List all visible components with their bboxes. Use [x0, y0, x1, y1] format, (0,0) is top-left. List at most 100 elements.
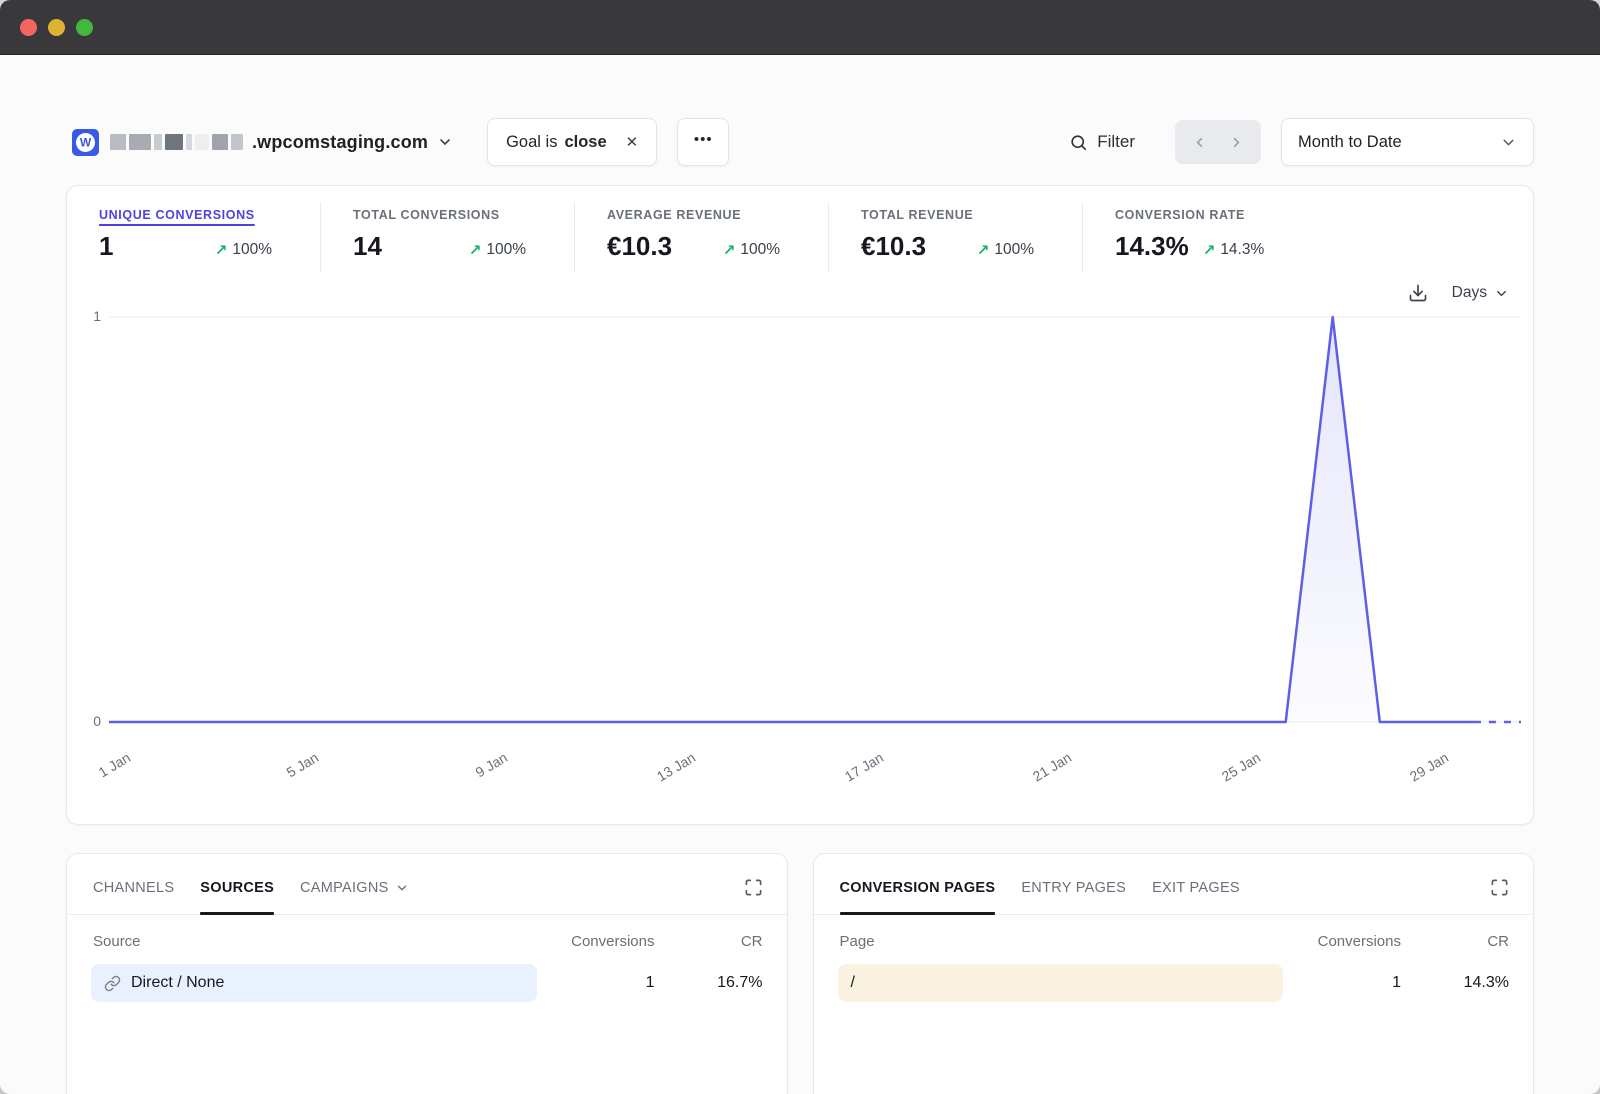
window-close-button[interactable] — [20, 19, 37, 36]
metric-delta: 14.3% — [1220, 241, 1264, 259]
conversions-value: 1 — [545, 974, 655, 992]
x-axis-label: 21 Jan — [992, 749, 1074, 807]
svg-text:W: W — [80, 135, 92, 149]
conversions-value: 1 — [1291, 974, 1401, 992]
next-period-button[interactable] — [1223, 129, 1250, 156]
source-name: Direct / None — [131, 974, 224, 992]
metric-total-revenue[interactable]: TOTAL REVENUE €10.3 ↗100% — [829, 202, 1083, 272]
trend-up-icon: ↗ — [977, 241, 990, 259]
expand-icon — [1490, 878, 1509, 897]
column-cr: CR — [663, 933, 763, 950]
expand-sources-card-button[interactable] — [744, 878, 763, 897]
metric-total-conversions[interactable]: TOTAL CONVERSIONS 14 ↗100% — [321, 202, 575, 272]
conversions-chart[interactable]: 10 — [109, 314, 1521, 724]
sources-table-header: Source Conversions CR — [91, 933, 763, 964]
conversions-overview-card: UNIQUE CONVERSIONS 1 ↗100% TOTAL CONVERS… — [66, 185, 1534, 825]
column-conversions: Conversions — [545, 933, 655, 950]
metric-label: TOTAL CONVERSIONS — [353, 208, 550, 222]
trend-up-icon: ↗ — [723, 241, 736, 259]
pages-table-header: Page Conversions CR — [838, 933, 1510, 964]
page-cell: / — [838, 964, 1284, 1002]
trend-up-icon: ↗ — [1203, 241, 1216, 259]
previous-period-button[interactable] — [1186, 129, 1213, 156]
metric-delta: 100% — [994, 241, 1034, 259]
x-axis-label: 13 Jan — [616, 749, 698, 807]
metric-unique-conversions[interactable]: UNIQUE CONVERSIONS 1 ↗100% — [67, 202, 321, 272]
metric-value: €10.3 — [861, 231, 926, 262]
tab-channels[interactable]: CHANNELS — [93, 880, 174, 914]
tab-campaigns[interactable]: CAMPAIGNS — [300, 880, 409, 914]
metric-delta: 100% — [232, 241, 272, 259]
metric-label: CONVERSION RATE — [1115, 208, 1509, 222]
site-domain: .wpcomstaging.com — [252, 132, 428, 153]
x-axis-label: 9 Jan — [428, 749, 510, 807]
metric-average-revenue[interactable]: AVERAGE REVENUE €10.3 ↗100% — [575, 202, 829, 272]
chevron-down-icon — [395, 881, 409, 895]
tab-exit-pages[interactable]: EXIT PAGES — [1152, 880, 1240, 914]
y-axis-label: 0 — [83, 713, 101, 729]
x-axis-label: 17 Jan — [804, 749, 886, 807]
metric-delta: 100% — [486, 241, 526, 259]
table-row[interactable]: / 1 14.3% — [838, 964, 1510, 1002]
metric-delta: 100% — [740, 241, 780, 259]
metric-label: UNIQUE CONVERSIONS — [99, 208, 296, 222]
metric-conversion-rate[interactable]: CONVERSION RATE 14.3% ↗14.3% — [1083, 202, 1533, 272]
x-axis-label: 1 Jan — [66, 749, 133, 807]
expand-pages-card-button[interactable] — [1490, 878, 1509, 897]
chevron-left-icon — [1192, 135, 1207, 150]
trend-up-icon: ↗ — [469, 241, 482, 259]
app-window: W .wpcomstaging.com Goal is close ✕ ••• — [0, 0, 1600, 1094]
filter-label: Filter — [1097, 132, 1135, 152]
more-options-button[interactable]: ••• — [677, 118, 729, 166]
y-axis-label: 1 — [83, 308, 101, 324]
chevron-down-icon — [437, 134, 453, 150]
window-zoom-button[interactable] — [76, 19, 93, 36]
download-icon — [1408, 283, 1428, 303]
download-chart-button[interactable] — [1408, 283, 1428, 303]
tab-sources[interactable]: SOURCES — [200, 880, 274, 914]
chevron-right-icon — [1229, 135, 1244, 150]
x-axis-label: 29 Jan — [1369, 749, 1451, 807]
tab-entry-pages[interactable]: ENTRY PAGES — [1021, 880, 1126, 914]
window-minimize-button[interactable] — [48, 19, 65, 36]
column-conversions: Conversions — [1291, 933, 1401, 950]
date-pager — [1175, 120, 1261, 164]
goal-filter-value: close — [564, 133, 606, 152]
metric-value: 14 — [353, 231, 382, 262]
source-cell: Direct / None — [91, 964, 537, 1002]
chart-line — [109, 317, 1474, 722]
cr-value: 16.7% — [663, 974, 763, 992]
granularity-select[interactable]: Days — [1452, 284, 1509, 302]
metric-value: 1 — [99, 231, 113, 262]
sources-card: CHANNELS SOURCES CAMPAIGNS Source Conver… — [66, 853, 788, 1094]
x-axis-label: 25 Jan — [1181, 749, 1263, 807]
chevron-down-icon — [1494, 286, 1509, 301]
metric-value: €10.3 — [607, 231, 672, 262]
cr-value: 14.3% — [1409, 974, 1509, 992]
chevron-down-icon — [1500, 134, 1517, 151]
link-icon — [104, 975, 121, 992]
chart-canvas — [109, 314, 1521, 724]
search-icon — [1069, 133, 1088, 152]
site-picker[interactable]: W .wpcomstaging.com — [72, 129, 453, 156]
wordpress-icon: W — [72, 129, 99, 156]
goal-filter-chip[interactable]: Goal is close ✕ — [487, 118, 657, 166]
metric-label: TOTAL REVENUE — [861, 208, 1058, 222]
goal-filter-prefix: Goal is — [506, 133, 557, 152]
redacted-site-name — [110, 134, 243, 150]
table-row[interactable]: Direct / None 1 16.7% — [91, 964, 763, 1002]
pages-card-tabs: CONVERSION PAGES ENTRY PAGES EXIT PAGES — [814, 854, 1534, 915]
header: W .wpcomstaging.com Goal is close ✕ ••• — [66, 117, 1534, 167]
granularity-value: Days — [1452, 284, 1487, 302]
remove-goal-filter-button[interactable]: ✕ — [626, 133, 639, 151]
window-titlebar — [0, 0, 1600, 55]
date-range-select[interactable]: Month to Date — [1281, 118, 1534, 166]
metric-value: 14.3% — [1115, 231, 1189, 262]
tab-conversion-pages[interactable]: CONVERSION PAGES — [840, 880, 996, 914]
filter-button[interactable]: Filter — [1069, 132, 1135, 152]
sources-card-tabs: CHANNELS SOURCES CAMPAIGNS — [67, 854, 787, 915]
trend-up-icon: ↗ — [215, 241, 228, 259]
date-range-value: Month to Date — [1298, 133, 1500, 152]
column-source: Source — [93, 933, 537, 950]
x-axis-label: 5 Jan — [239, 749, 321, 807]
